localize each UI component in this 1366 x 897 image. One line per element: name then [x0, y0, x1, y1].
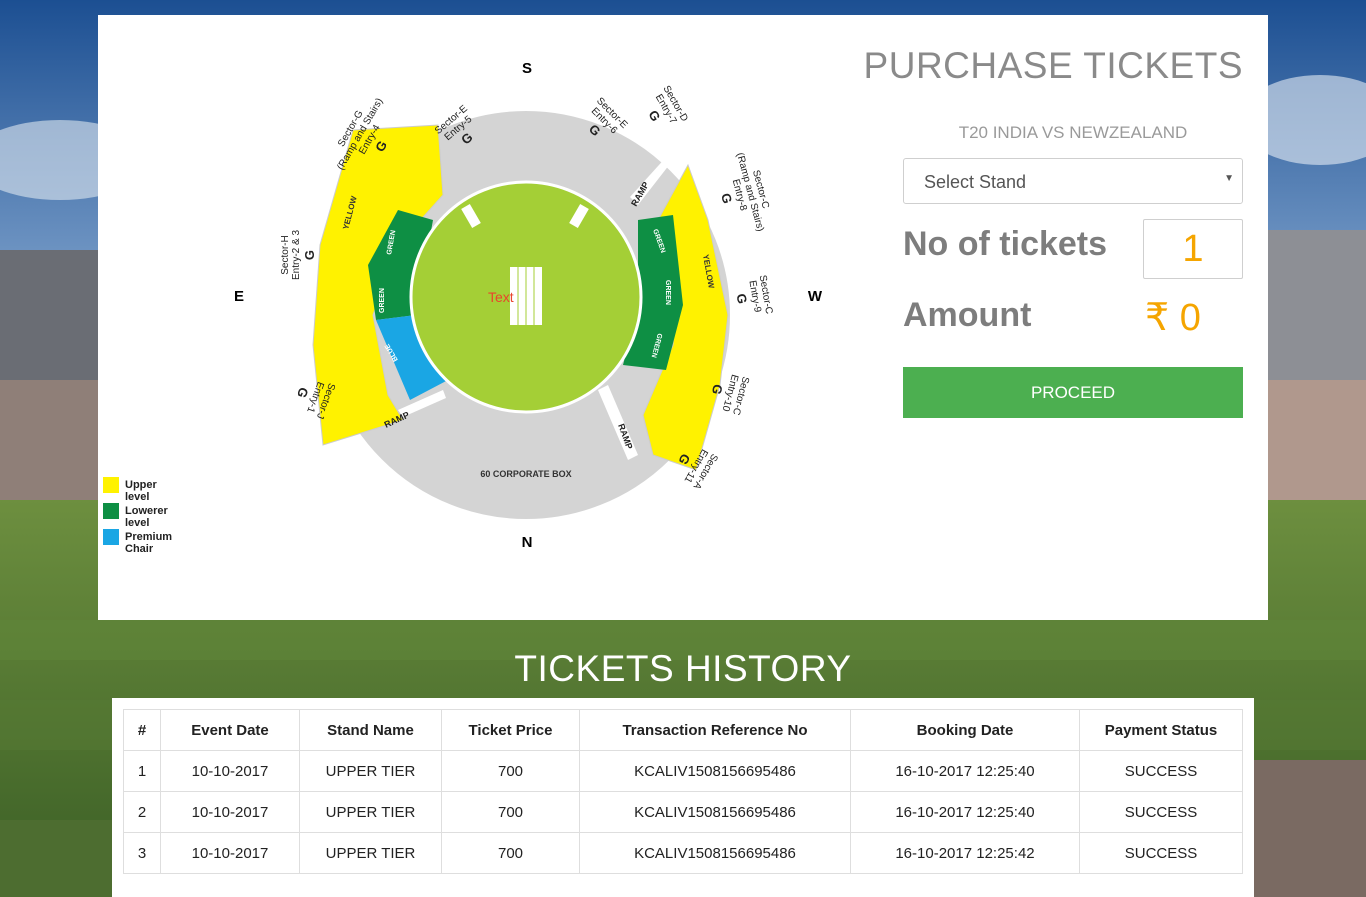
table-cell: 1 [123, 750, 161, 792]
table-cell: 2 [123, 791, 161, 833]
table-cell: 700 [441, 791, 580, 833]
column-header: Payment Status [1079, 709, 1243, 751]
column-header: Stand Name [299, 709, 442, 751]
sector-label: Sector-HEntry-2 & 3G [280, 230, 317, 280]
sector-label: Sector-C(Ramp and Stairs)Entry-8G [709, 149, 776, 240]
legend-label-lower: Lowerer level [125, 505, 168, 529]
tickets-label: No of tickets [903, 225, 1108, 263]
table-cell: 10-10-2017 [160, 750, 300, 792]
history-table: # Event Date Stand Name Ticket Price Tra… [123, 709, 1243, 874]
green-label-right-2: GREEN [664, 280, 671, 305]
table-cell: 10-10-2017 [160, 832, 300, 874]
table-cell: 10-10-2017 [160, 791, 300, 833]
table-cell: SUCCESS [1079, 832, 1243, 874]
history-title: TICKETS HISTORY [514, 648, 852, 689]
legend-label-premium: Premium Chair [125, 531, 173, 555]
chevron-down-icon: ▼ [1224, 173, 1234, 184]
amount-label: Amount [903, 296, 1032, 334]
purchase-panel: PURCHASE TICKETS T20 INDIA VS NEWZEALAND… [864, 15, 1243, 620]
direction-south: S [522, 60, 532, 77]
table-row: 2 10-10-2017 UPPER TIER 700 KCALIV150815… [123, 791, 1243, 833]
table-cell: 700 [441, 832, 580, 874]
table-cell: KCALIV1508156695486 [579, 791, 851, 833]
stand-select[interactable]: Select Stand ▼ [903, 158, 1243, 204]
column-header: Ticket Price [441, 709, 580, 751]
green-label-left-2: GREEN [379, 288, 386, 313]
stadium-map: Text 60 CORPORATE BOX YELLOW YELLOW GREE… [234, 60, 823, 551]
table-row: 3 10-10-2017 UPPER TIER 700 KCALIV150815… [123, 832, 1243, 874]
table-cell: 3 [123, 832, 161, 874]
table-cell: SUCCESS [1079, 791, 1243, 833]
sector-label: Sector-DEntry-7G [638, 84, 690, 137]
direction-east: E [234, 288, 244, 305]
event-name: T20 INDIA VS NEWZEALAND [958, 123, 1188, 142]
table-cell: 16-10-2017 12:25:42 [850, 832, 1080, 874]
legend-swatch-upper [103, 477, 119, 493]
column-header: Transaction Reference No [579, 709, 851, 751]
table-row: 1 10-10-2017 UPPER TIER 700 KCALIV150815… [123, 750, 1243, 792]
table-cell: SUCCESS [1079, 750, 1243, 792]
table-cell: KCALIV1508156695486 [579, 750, 851, 792]
stand-select-value: Select Stand [924, 172, 1027, 192]
field-center-label: Text [488, 289, 514, 305]
direction-west: W [808, 288, 823, 305]
history-card: # Event Date Stand Name Ticket Price Tra… [112, 698, 1254, 897]
column-header: # [123, 709, 161, 751]
legend-swatch-premium [103, 529, 119, 545]
proceed-button[interactable]: PROCEED [903, 367, 1243, 418]
table-header-row: # Event Date Stand Name Ticket Price Tra… [123, 709, 1243, 751]
corporate-box-label: 60 CORPORATE BOX [480, 469, 571, 479]
legend-label-upper: Upper level [125, 479, 157, 503]
column-header: Event Date [160, 709, 300, 751]
table-cell: UPPER TIER [299, 750, 442, 792]
amount-value: ₹ 0 [1145, 297, 1201, 339]
tickets-input[interactable]: 1 [1143, 219, 1243, 279]
table-cell: 16-10-2017 12:25:40 [850, 791, 1080, 833]
purchase-title: PURCHASE TICKETS [863, 45, 1243, 86]
table-cell: UPPER TIER [299, 832, 442, 874]
table-cell: 16-10-2017 12:25:40 [850, 750, 1080, 792]
purchase-card: Text 60 CORPORATE BOX YELLOW YELLOW GREE… [98, 15, 1268, 620]
table-cell: UPPER TIER [299, 791, 442, 833]
sector-label: Sector-CEntry-9G [731, 274, 774, 319]
column-header: Booking Date [850, 709, 1080, 751]
legend-swatch-lower [103, 503, 119, 519]
direction-north: N [522, 534, 533, 551]
table-cell: KCALIV1508156695486 [579, 832, 851, 874]
table-cell: 700 [441, 750, 580, 792]
